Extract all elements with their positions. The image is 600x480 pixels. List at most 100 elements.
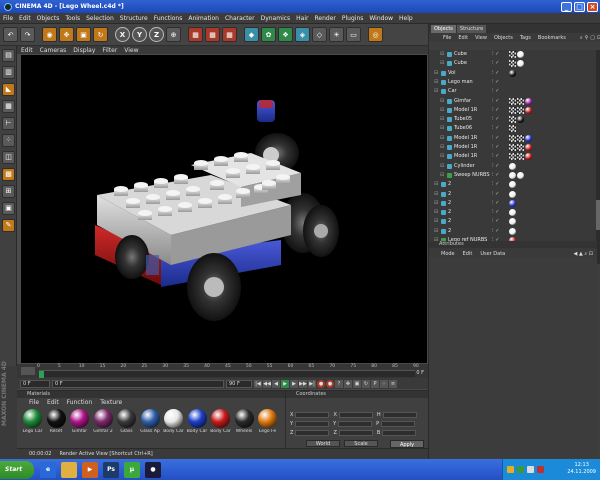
snap-icon[interactable]: ⊞ xyxy=(2,185,15,198)
tree-toggle-icon[interactable]: ⊟ xyxy=(434,199,438,208)
material-preview[interactable] xyxy=(258,409,277,428)
material-tag-icon[interactable] xyxy=(525,134,532,142)
viewport-menu-view[interactable]: View xyxy=(124,47,138,54)
visibility-toggle-icon[interactable]: ⁝ ✓ xyxy=(492,115,499,124)
menu-dynamics[interactable]: Dynamics xyxy=(261,15,291,22)
material-swatch[interactable]: Lego Fe xyxy=(256,409,279,434)
materials-menu-texture[interactable]: Texture xyxy=(100,399,122,406)
object-row[interactable]: ⊟ 2 ⁝ ✓ xyxy=(429,180,597,189)
tree-toggle-icon[interactable]: ⊟ xyxy=(440,152,444,161)
texture-tag-icon[interactable] xyxy=(509,106,516,114)
object-row[interactable]: ⊟ Cylinder ⁝ ✓ xyxy=(429,162,597,171)
rotate-icon[interactable]: ↻ xyxy=(93,27,108,42)
objects-menu-file[interactable]: File xyxy=(443,35,451,41)
objects-menu-edit[interactable]: Edit xyxy=(458,35,468,41)
start-button[interactable]: Start xyxy=(0,460,34,479)
visibility-toggle-icon[interactable]: ⁝ ✓ xyxy=(492,134,499,143)
object-tree-scrollbar[interactable] xyxy=(596,50,600,264)
coordinate-value-field[interactable] xyxy=(382,411,417,418)
material-tag-icon[interactable] xyxy=(525,97,532,105)
texture-tag-icon[interactable] xyxy=(517,134,524,142)
texture-tag-icon[interactable] xyxy=(509,144,516,151)
material-tag-icon[interactable] xyxy=(525,106,532,114)
attributes-menu-user-data[interactable]: User Data xyxy=(480,251,505,257)
menu-file[interactable]: File xyxy=(3,15,13,22)
material-swatch[interactable]: Glass Ap xyxy=(139,409,162,434)
current-frame-marker[interactable] xyxy=(39,371,44,378)
folder-taskbar-icon[interactable] xyxy=(61,461,77,478)
render-picture-viewer-icon[interactable]: ▦ xyxy=(205,27,220,42)
rotation-key-icon[interactable]: ↻ xyxy=(362,379,370,388)
material-swatch[interactable]: Gimfar 2 xyxy=(92,409,115,434)
material-tag-icon[interactable] xyxy=(509,69,516,77)
tree-toggle-icon[interactable]: ⊟ xyxy=(434,190,438,199)
tree-toggle-icon[interactable]: ⊟ xyxy=(434,87,438,96)
tree-toggle-icon[interactable]: ⊟ xyxy=(434,208,438,217)
object-row[interactable]: ⊟ Vol ⁝ ✓ xyxy=(429,69,597,78)
viewport-menu-cameras[interactable]: Cameras xyxy=(40,47,67,54)
viewport-menu-display[interactable]: Display xyxy=(73,47,95,54)
attributes-menu-edit[interactable]: Edit xyxy=(463,251,473,257)
texture-tag-icon[interactable] xyxy=(509,153,516,161)
object-row[interactable]: ⊟ 2 ⁝ ✓ xyxy=(429,208,597,217)
material-preview[interactable] xyxy=(70,409,89,428)
x-axis-lock-button[interactable]: X xyxy=(115,27,130,42)
menu-edit[interactable]: Edit xyxy=(19,15,31,22)
tree-toggle-icon[interactable]: ⊟ xyxy=(434,78,438,87)
tab-structure[interactable]: Structure xyxy=(456,25,487,33)
menu-hair[interactable]: Hair xyxy=(296,15,308,22)
material-tag-icon[interactable] xyxy=(525,144,532,151)
objects-menu-objects[interactable]: Objects xyxy=(494,35,513,41)
visibility-toggle-icon[interactable]: ⁝ ✓ xyxy=(492,152,499,161)
prev-frame-icon[interactable]: ◀ xyxy=(272,379,280,388)
prev-key-icon[interactable]: ◀◀ xyxy=(263,379,271,388)
material-tag-icon[interactable] xyxy=(509,181,516,189)
axis-mode-icon[interactable]: ⊢ xyxy=(2,117,15,130)
maximize-button[interactable]: □ xyxy=(574,1,585,12)
tree-toggle-icon[interactable]: ⊟ xyxy=(434,227,438,236)
camera-icon[interactable]: ▭ xyxy=(346,27,361,42)
visibility-toggle-icon[interactable]: ⁝ ✓ xyxy=(492,208,499,217)
play-icon[interactable]: ▶ xyxy=(281,379,289,388)
tree-toggle-icon[interactable]: ⊟ xyxy=(434,69,438,78)
texture-tag-icon[interactable] xyxy=(509,116,516,124)
timeline-scrubber[interactable] xyxy=(39,370,415,378)
material-preview[interactable] xyxy=(117,409,136,428)
material-tag-icon[interactable] xyxy=(509,199,516,207)
object-row[interactable]: ⊟ Cube ⁝ ✓ xyxy=(429,50,597,59)
material-tag-icon[interactable] xyxy=(525,153,532,161)
photoshop-taskbar-icon[interactable]: Ps xyxy=(103,461,119,478)
texture-tag-icon[interactable] xyxy=(517,97,524,105)
object-row[interactable]: ⊟ 2 ⁝ ✓ xyxy=(429,190,597,199)
nurbs-icon[interactable]: ✿ xyxy=(261,27,276,42)
texture-mode-icon[interactable]: ▦ xyxy=(2,100,15,113)
z-axis-lock-button[interactable]: Z xyxy=(149,27,164,42)
media-taskbar-icon[interactable]: ▶ xyxy=(82,461,98,478)
object-row[interactable]: ⊟ Sweep NURBS ⁝ ✓ xyxy=(429,171,597,180)
attributes-menu-mode[interactable]: Mode xyxy=(441,251,455,257)
visibility-toggle-icon[interactable]: ⁝ ✓ xyxy=(492,171,499,180)
material-swatch[interactable]: Body Car xyxy=(162,409,185,434)
timeline[interactable]: 0 5 10 15 20 25 30 35 40 45 50 55 60 65 70 75 80 85 90 0 F xyxy=(17,364,428,378)
menu-window[interactable]: Window xyxy=(369,15,393,22)
material-tag-icon[interactable] xyxy=(517,171,524,179)
material-tag-icon[interactable] xyxy=(509,190,516,198)
materials-menu-edit[interactable]: Edit xyxy=(47,399,59,406)
texture-tag-icon[interactable] xyxy=(509,125,516,133)
taskbar-clock[interactable]: 12:13 24.11.2009 xyxy=(567,462,596,476)
object-row[interactable]: ⊟ Lego man ⁝ ✓ xyxy=(429,78,597,87)
3d-viewport[interactable] xyxy=(21,55,427,363)
texture-tag-icon[interactable] xyxy=(509,60,516,68)
visibility-toggle-icon[interactable]: ⁝ ✓ xyxy=(492,143,499,152)
object-row[interactable]: ⊟ Cube ⁝ ✓ xyxy=(429,59,597,68)
scale-key-icon[interactable]: ▣ xyxy=(353,379,361,388)
coordinate-value-field[interactable] xyxy=(381,420,416,427)
tree-toggle-icon[interactable]: ⊟ xyxy=(440,162,444,171)
tree-toggle-icon[interactable]: ⊟ xyxy=(440,171,444,180)
visibility-toggle-icon[interactable]: ⁝ ✓ xyxy=(492,69,499,78)
material-tag-icon[interactable] xyxy=(509,227,516,235)
cube-primitive-icon[interactable]: ◆ xyxy=(244,27,259,42)
material-tag-icon[interactable] xyxy=(517,51,524,58)
material-tag-icon[interactable] xyxy=(509,218,516,226)
object-row[interactable]: ⊟ Model 1R ⁝ ✓ xyxy=(429,143,597,152)
